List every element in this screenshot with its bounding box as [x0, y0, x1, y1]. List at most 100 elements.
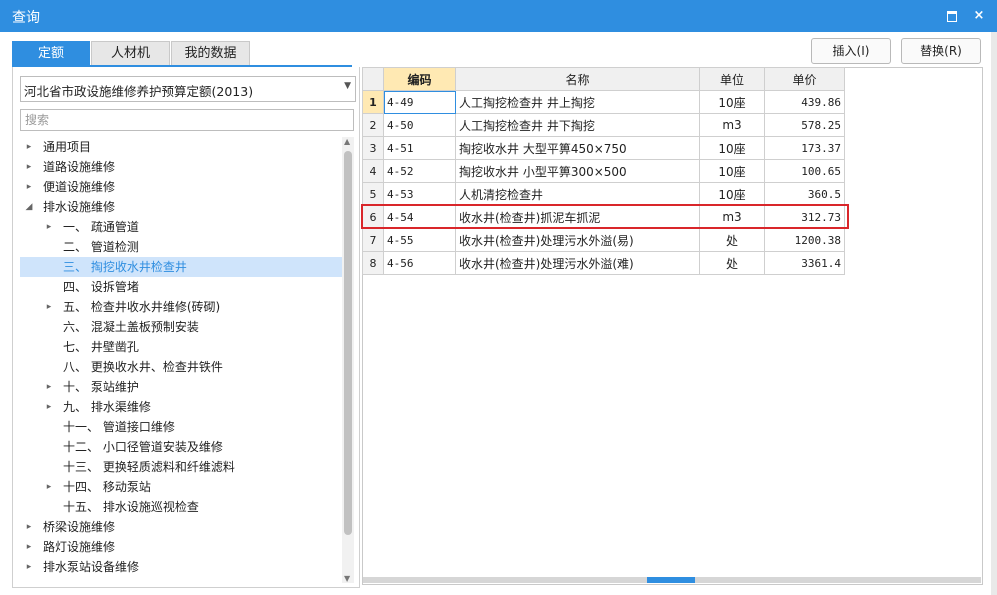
code-cell[interactable]: 4-53	[383, 182, 456, 206]
tree-scroll-thumb[interactable]	[344, 151, 352, 535]
expand-icon[interactable]: ▸	[24, 557, 34, 577]
tree-item[interactable]: ▸ 十四、 移动泵站	[20, 477, 342, 497]
table-row[interactable]: 7 4-55 收水井(检查井)处理污水外溢(易) 处 1200.38	[362, 228, 845, 252]
column-header-unit[interactable]: 单位	[699, 67, 765, 91]
tab-quota[interactable]: 定额	[12, 41, 90, 66]
expand-icon[interactable]: ▸	[44, 377, 54, 397]
table-row[interactable]: 5 4-53 人机清挖检查井 10座 360.5	[362, 182, 845, 206]
tree-item[interactable]: ▸ 通用项目	[20, 137, 342, 157]
price-cell[interactable]: 578.25	[764, 113, 845, 137]
tree-item[interactable]: 八、 更换收水井、检查井铁件	[20, 357, 342, 377]
column-header-price[interactable]: 单价	[764, 67, 845, 91]
search-input[interactable]	[20, 109, 354, 131]
tab-my-data[interactable]: 我的数据	[171, 41, 250, 66]
tree-item[interactable]: ▸ 便道设施维修	[20, 177, 342, 197]
expand-icon[interactable]: ▸	[44, 297, 54, 317]
price-cell[interactable]: 360.5	[764, 182, 845, 206]
row-number[interactable]: 8	[362, 251, 384, 275]
price-cell[interactable]: 173.37	[764, 136, 845, 160]
expand-icon[interactable]: ▸	[44, 477, 54, 497]
price-cell[interactable]: 100.65	[764, 159, 845, 183]
unit-cell[interactable]: m3	[699, 113, 765, 137]
code-cell[interactable]: 4-50	[383, 113, 456, 137]
name-cell[interactable]: 人机清挖检查井	[455, 182, 700, 206]
expand-icon[interactable]: ▸	[24, 177, 34, 197]
name-cell[interactable]: 掏挖收水井 小型平箅300×500	[455, 159, 700, 183]
row-number[interactable]: 2	[362, 113, 384, 137]
tree-item[interactable]: ▸ 桥梁设施维修	[20, 517, 342, 537]
name-cell[interactable]: 掏挖收水井 大型平箅450×750	[455, 136, 700, 160]
tree-item[interactable]: 十二、 小口径管道安装及维修	[20, 437, 342, 457]
tree-item[interactable]: ▸ 五、 检查井收水井维修(砖砌)	[20, 297, 342, 317]
tree-item[interactable]: 十一、 管道接口维修	[20, 417, 342, 437]
tree-scrollbar[interactable]: ▲ ▼	[342, 137, 354, 583]
code-cell[interactable]: 4-52	[383, 159, 456, 183]
unit-cell[interactable]: 10座	[699, 159, 765, 183]
maximize-button[interactable]	[942, 6, 962, 26]
expand-icon[interactable]: ▸	[24, 537, 34, 557]
insert-button[interactable]: 插入(I)	[811, 38, 891, 64]
table-row[interactable]: 3 4-51 掏挖收水井 大型平箅450×750 10座 173.37	[362, 136, 845, 160]
price-cell[interactable]: 1200.38	[764, 228, 845, 252]
table-row[interactable]: 2 4-50 人工掏挖检查井 井下掏挖 m3 578.25	[362, 113, 845, 137]
quota-library-select[interactable]: 河北省市政设施维修养护预算定额(2013) ▼	[20, 76, 356, 102]
code-cell[interactable]: 4-51	[383, 136, 456, 160]
unit-cell[interactable]: m3	[699, 205, 765, 229]
tree-item[interactable]: ▸ 排水泵站设备维修	[20, 557, 342, 577]
code-cell[interactable]: 4-55	[383, 228, 456, 252]
tree-item[interactable]: 四、 设拆管堵	[20, 277, 342, 297]
tree-item[interactable]: ▸ 十、 泵站维护	[20, 377, 342, 397]
row-number[interactable]: 6	[362, 205, 384, 229]
price-cell[interactable]: 312.73	[764, 205, 845, 229]
tree-item[interactable]: ◢ 排水设施维修	[20, 197, 342, 217]
name-cell[interactable]: 收水井(检查井)抓泥车抓泥	[455, 205, 700, 229]
price-cell[interactable]: 439.86	[764, 90, 845, 114]
unit-cell[interactable]: 10座	[699, 90, 765, 114]
close-button[interactable]: ×	[969, 6, 989, 26]
row-number[interactable]: 5	[362, 182, 384, 206]
row-number[interactable]: 3	[362, 136, 384, 160]
code-cell[interactable]: 4-54	[383, 205, 456, 229]
column-header-code[interactable]: 编码	[383, 67, 456, 91]
unit-cell[interactable]: 处	[699, 228, 765, 252]
replace-button[interactable]: 替换(R)	[901, 38, 981, 64]
expand-icon[interactable]: ▸	[24, 517, 34, 537]
splitter-handle[interactable]	[647, 577, 695, 583]
expand-icon[interactable]: ▸	[24, 137, 34, 157]
tree-item[interactable]: 七、 井壁凿孔	[20, 337, 342, 357]
table-row[interactable]: 1 4-49 人工掏挖检查井 井上掏挖 10座 439.86	[362, 90, 845, 114]
tree-item[interactable]: 十五、 排水设施巡视检查	[20, 497, 342, 517]
table-row[interactable]: 8 4-56 收水井(检查井)处理污水外溢(难) 处 3361.4	[362, 251, 845, 275]
scroll-up-icon[interactable]: ▲	[344, 137, 350, 146]
column-header-name[interactable]: 名称	[455, 67, 700, 91]
price-cell[interactable]: 3361.4	[764, 251, 845, 275]
row-number[interactable]: 7	[362, 228, 384, 252]
code-cell[interactable]: 4-49	[383, 90, 456, 114]
tree-item[interactable]: 三、 掏挖收水井检查井	[20, 257, 342, 277]
unit-cell[interactable]: 处	[699, 251, 765, 275]
tree-item[interactable]: ▸ 九、 排水渠维修	[20, 397, 342, 417]
expand-icon[interactable]: ▸	[44, 217, 54, 237]
name-cell[interactable]: 人工掏挖检查井 井下掏挖	[455, 113, 700, 137]
tree-item[interactable]: 二、 管道检测	[20, 237, 342, 257]
tree-item[interactable]: ▸ 路灯设施维修	[20, 537, 342, 557]
tab-labor-material-machine[interactable]: 人材机	[91, 41, 170, 66]
code-cell[interactable]: 4-56	[383, 251, 456, 275]
name-cell[interactable]: 收水井(检查井)处理污水外溢(易)	[455, 228, 700, 252]
unit-cell[interactable]: 10座	[699, 136, 765, 160]
tree-item[interactable]: 十三、 更换轻质滤料和纤维滤料	[20, 457, 342, 477]
tree-item[interactable]: ▸ 道路设施维修	[20, 157, 342, 177]
row-number[interactable]: 1	[362, 90, 384, 114]
table-row[interactable]: 4 4-52 掏挖收水井 小型平箅300×500 10座 100.65	[362, 159, 845, 183]
table-row[interactable]: 6 4-54 收水井(检查井)抓泥车抓泥 m3 312.73	[362, 205, 845, 229]
row-number[interactable]: 4	[362, 159, 384, 183]
expand-icon[interactable]: ▸	[24, 157, 34, 177]
expand-icon[interactable]: ▸	[44, 397, 54, 417]
scroll-down-icon[interactable]: ▼	[344, 574, 350, 583]
name-cell[interactable]: 人工掏挖检查井 井上掏挖	[455, 90, 700, 114]
tree-item[interactable]: ▸ 一、 疏通管道	[20, 217, 342, 237]
grid-horizontal-scrollbar[interactable]	[363, 577, 981, 583]
tree-item[interactable]: 六、 混凝土盖板预制安装	[20, 317, 342, 337]
unit-cell[interactable]: 10座	[699, 182, 765, 206]
name-cell[interactable]: 收水井(检查井)处理污水外溢(难)	[455, 251, 700, 275]
